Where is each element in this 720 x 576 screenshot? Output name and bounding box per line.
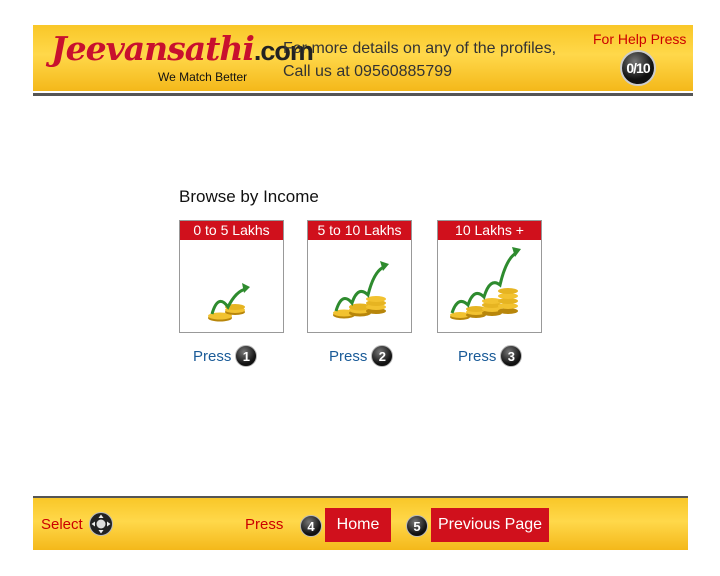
press-text: Press	[458, 347, 497, 365]
income-card-5-10[interactable]: 5 to 10 Lakhs	[307, 220, 412, 333]
number-key-icon[interactable]: 5	[406, 515, 428, 537]
number-key-icon[interactable]: 1	[235, 345, 258, 367]
press-text: Press	[329, 347, 368, 365]
select-label: Select	[41, 516, 83, 533]
contact-info: For more details on any of the profiles,…	[283, 37, 556, 83]
remote-dpad-icon[interactable]	[89, 512, 113, 536]
press-hint-3: Press 3	[458, 344, 523, 368]
press-hint-1: Press 1	[193, 344, 258, 368]
number-key-icon[interactable]: 4	[300, 515, 322, 537]
logo-text: Jeevansathi	[51, 29, 255, 68]
card-label: 5 to 10 Lakhs	[308, 221, 411, 240]
card-label: 10 Lakhs +	[438, 221, 541, 240]
number-key-icon[interactable]: 3	[500, 345, 523, 367]
jeevansathi-logo[interactable]: Jeevansathi.com We Match Better	[51, 29, 314, 85]
coins-growth-arrow-icon	[450, 247, 521, 320]
header-divider	[33, 93, 693, 96]
coins-growth-arrow-icon	[208, 283, 250, 322]
footer-press-label: Press	[245, 516, 284, 533]
number-key-icon[interactable]: 2	[371, 345, 394, 367]
card-label: 0 to 5 Lakhs	[180, 221, 283, 240]
contact-phone: Call us at 09560885799	[283, 63, 453, 80]
contact-line-1: For more details on any of the profiles,	[283, 40, 557, 57]
help-label: For Help Press	[593, 31, 687, 47]
income-card-0-5[interactable]: 0 to 5 Lakhs	[179, 220, 284, 333]
income-card-10-plus[interactable]: 10 Lakhs +	[437, 220, 542, 333]
coins-growth-arrow-icon	[333, 261, 389, 319]
header-bar: Jeevansathi.com We Match Better For more…	[33, 25, 693, 91]
help-button[interactable]: 0/10	[620, 50, 656, 86]
home-button[interactable]: Home	[325, 508, 391, 542]
section-title: Browse by Income	[179, 187, 319, 206]
press-hint-2: Press 2	[329, 344, 394, 368]
logo-tagline: We Match Better	[158, 70, 248, 84]
press-text: Press	[193, 347, 232, 365]
footer-bar: Select Press 4 Home 5 Previous Page	[33, 498, 688, 550]
previous-page-button[interactable]: Previous Page	[431, 508, 549, 542]
